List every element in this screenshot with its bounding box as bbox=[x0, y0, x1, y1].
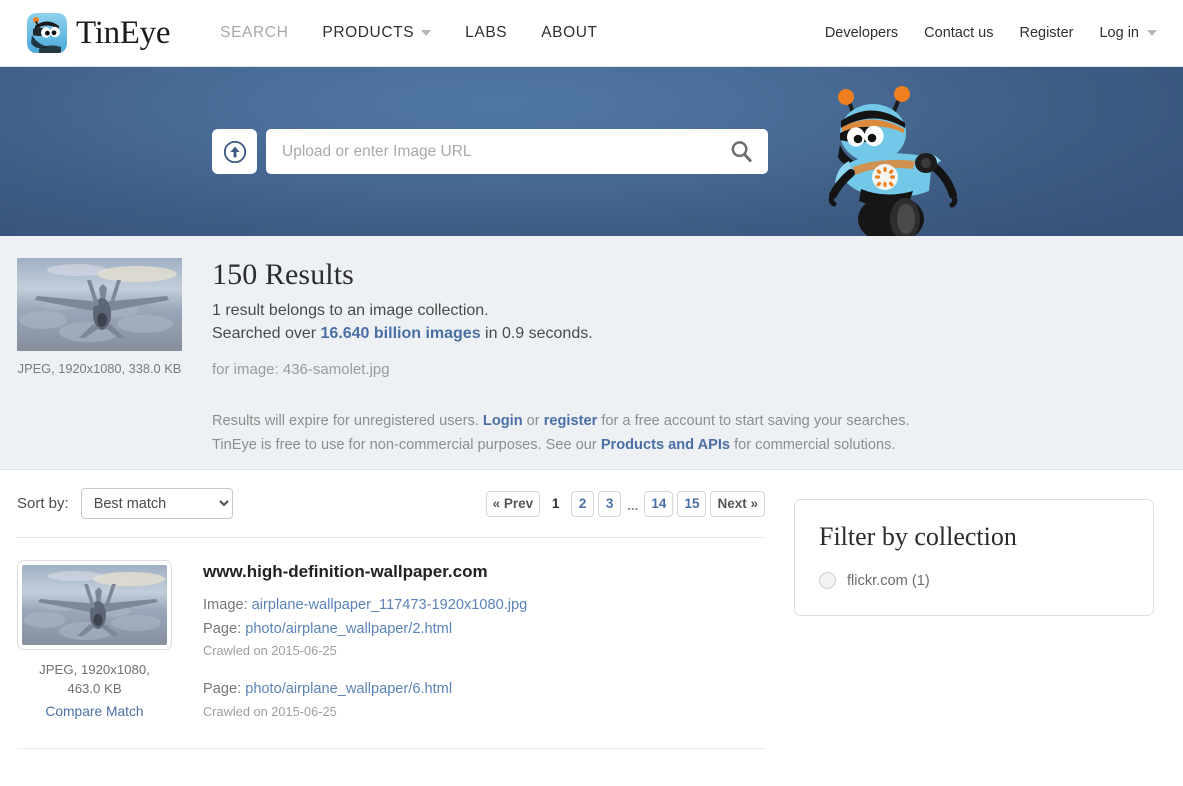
result-crawled-date: Crawled on 2015-06-25 bbox=[203, 643, 337, 659]
expire-text-3: TinEye is free to use for non-commercial… bbox=[212, 437, 601, 454]
filter-option-label: flickr.com (1) bbox=[847, 572, 930, 589]
expire-text-2: for a free account to start saving your … bbox=[597, 413, 910, 429]
searched-over-line: Searched over 16.640 billion images in 0… bbox=[212, 325, 910, 343]
pagination-ellipsis: ... bbox=[627, 497, 639, 513]
compare-match-link[interactable]: Compare Match bbox=[17, 702, 172, 722]
sort-by-select[interactable]: Best match Most changed Biggest image Ne… bbox=[80, 488, 233, 519]
query-image-block: JPEG, 1920x1080, 338.0 KB bbox=[0, 258, 184, 443]
pagination-page-3[interactable]: 3 bbox=[598, 490, 622, 517]
pagination: « Prev 1 2 3 ... 14 15 Next » bbox=[485, 490, 765, 517]
result-page-row: Page: photo/airplane_wallpaper/2.html bbox=[203, 618, 527, 642]
result-thumbnail-block: JPEG, 1920x1080, 463.0 KB Compare Match bbox=[17, 560, 184, 722]
search-banner: Download the TinEye extension for Opera bbox=[0, 67, 1183, 236]
result-image-meta: JPEG, 1920x1080, 463.0 KB Compare Match bbox=[17, 660, 172, 722]
results-count-title: 150 Results bbox=[212, 258, 354, 291]
result-page-label: Page: bbox=[203, 681, 246, 698]
nav-item-log-in[interactable]: Log in bbox=[1099, 25, 1157, 41]
result-page-link[interactable]: photo/airplane_wallpaper/2.html bbox=[245, 621, 452, 637]
result-page-label: Page: bbox=[203, 620, 246, 637]
result-thumbnail-image bbox=[22, 565, 167, 645]
pagination-page-14[interactable]: 14 bbox=[644, 490, 674, 517]
chevron-down-icon bbox=[421, 30, 432, 36]
brand-logo-link[interactable]: TinEye bbox=[27, 13, 170, 53]
result-thumbnail[interactable] bbox=[17, 560, 172, 650]
main-navigation: SEARCH PRODUCTS LABS ABOUT bbox=[220, 24, 597, 42]
nav-item-search[interactable]: SEARCH bbox=[220, 24, 288, 42]
searched-prefix: Searched over bbox=[212, 325, 321, 342]
query-image-meta: JPEG, 1920x1080, 338.0 KB bbox=[17, 361, 182, 376]
upload-arrow-icon bbox=[223, 140, 246, 163]
query-image-thumbnail[interactable] bbox=[17, 258, 182, 351]
results-column: Sort by: Best match Most changed Biggest… bbox=[0, 470, 782, 750]
result-item: JPEG, 1920x1080, 463.0 KB Compare Match … bbox=[17, 538, 765, 750]
pagination-page-1-current: 1 bbox=[551, 496, 560, 511]
tineye-robot-logo-icon bbox=[27, 13, 67, 53]
result-domain-link[interactable]: www.high-definition-wallpaper.com bbox=[203, 562, 527, 582]
searched-image-count: 16.640 billion images bbox=[320, 325, 481, 342]
results-summary: JPEG, 1920x1080, 338.0 KB 150 Results 1 … bbox=[0, 236, 1183, 470]
nav-item-developers[interactable]: Developers bbox=[825, 25, 898, 41]
search-bar bbox=[212, 129, 768, 174]
expire-text-4: for commercial solutions. bbox=[730, 437, 896, 454]
result-image-link[interactable]: airplane-wallpaper_117473-1920x1080.jpg bbox=[252, 597, 528, 613]
results-toolbar: Sort by: Best match Most changed Biggest… bbox=[17, 470, 765, 538]
pagination-next-button[interactable]: Next » bbox=[710, 490, 765, 517]
search-field-container bbox=[266, 129, 768, 174]
chevron-down-icon bbox=[1147, 30, 1157, 36]
nav-item-register-label: Register bbox=[1019, 25, 1074, 41]
nav-item-products-label: PRODUCTS bbox=[322, 24, 415, 41]
expire-or: or bbox=[522, 413, 544, 429]
pagination-page-2[interactable]: 2 bbox=[571, 490, 595, 517]
nav-item-about[interactable]: ABOUT bbox=[541, 24, 597, 42]
sort-by-label: Sort by: bbox=[17, 495, 69, 512]
result-meta-line-2: 463.0 KB bbox=[67, 681, 122, 697]
nav-item-labs[interactable]: LABS bbox=[465, 24, 507, 42]
login-link[interactable]: Login bbox=[483, 413, 523, 429]
nav-item-about-label: ABOUT bbox=[541, 24, 598, 41]
pagination-prev-button[interactable]: « Prev bbox=[485, 490, 541, 517]
filter-by-collection-card: Filter by collection flickr.com (1) bbox=[794, 499, 1154, 616]
nav-item-developers-label: Developers bbox=[824, 25, 899, 41]
nav-item-products[interactable]: PRODUCTS bbox=[322, 24, 432, 42]
filter-panel-title: Filter by collection bbox=[819, 522, 1017, 551]
search-icon bbox=[731, 141, 752, 163]
result-image-row: Image: airplane-wallpaper_117473-1920x10… bbox=[203, 594, 527, 618]
result-page-row: Page: photo/airplane_wallpaper/6.html bbox=[203, 678, 527, 702]
result-image-label: Image: bbox=[203, 597, 252, 613]
expiration-notice: Results will expire for unregistered use… bbox=[212, 409, 910, 457]
result-page-link[interactable]: photo/airplane_wallpaper/6.html bbox=[245, 681, 452, 697]
searched-suffix: in 0.9 seconds. bbox=[480, 325, 593, 342]
search-input[interactable] bbox=[280, 129, 721, 174]
tineye-robot-mascot-icon bbox=[813, 71, 991, 236]
collection-note: 1 result belongs to an image collection. bbox=[212, 302, 489, 319]
result-details: www.high-definition-wallpaper.com Image:… bbox=[184, 560, 527, 722]
nav-item-log-in-label: Log in bbox=[1099, 25, 1139, 41]
pagination-page-15[interactable]: 15 bbox=[677, 490, 707, 517]
brand-name: TinEye bbox=[76, 14, 171, 51]
expiration-line-1: Results will expire for unregistered use… bbox=[212, 409, 910, 433]
nav-item-labs-label: LABS bbox=[465, 24, 508, 41]
nav-item-contact-us[interactable]: Contact us bbox=[924, 25, 993, 41]
upload-image-button[interactable] bbox=[212, 129, 257, 174]
nav-item-contact-us-label: Contact us bbox=[924, 25, 994, 41]
result-meta-line-1: JPEG, 1920x1080, bbox=[39, 662, 150, 677]
nav-item-register[interactable]: Register bbox=[1019, 25, 1073, 41]
register-link[interactable]: register bbox=[544, 413, 598, 429]
result-link-group: Image: airplane-wallpaper_117473-1920x10… bbox=[203, 594, 527, 658]
expire-text-1: Results will expire for unregistered use… bbox=[212, 413, 483, 429]
expiration-line-2: TinEye is free to use for non-commercial… bbox=[212, 433, 910, 457]
user-navigation: Developers Contact us Register Log in bbox=[825, 25, 1157, 41]
query-filename: for image: 436-samolet.jpg bbox=[212, 361, 390, 378]
result-crawled-date: Crawled on 2015-06-25 bbox=[203, 703, 337, 719]
search-submit-button[interactable] bbox=[721, 139, 756, 164]
products-and-apis-link[interactable]: Products and APIs bbox=[601, 437, 730, 453]
result-link-group: Page: photo/airplane_wallpaper/6.html Cr… bbox=[203, 678, 527, 719]
site-header: TinEye SEARCH PRODUCTS LABS ABOUT Develo… bbox=[0, 0, 1183, 67]
nav-item-search-label: SEARCH bbox=[220, 24, 289, 41]
summary-text-block: 150 Results 1 result belongs to an image… bbox=[184, 258, 910, 453]
page-content: Sort by: Best match Most changed Biggest… bbox=[0, 470, 1183, 750]
filter-option-flickr[interactable]: flickr.com (1) bbox=[819, 572, 1129, 589]
sidebar: Filter by collection flickr.com (1) bbox=[782, 470, 1154, 749]
radio-button-icon[interactable] bbox=[819, 572, 836, 589]
